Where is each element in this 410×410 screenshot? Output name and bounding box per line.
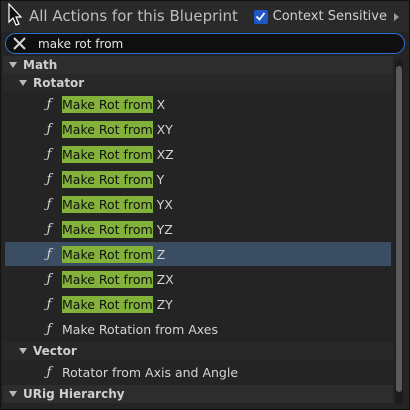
function-icon: ƒ bbox=[46, 96, 52, 112]
scrollbar[interactable] bbox=[395, 60, 403, 405]
mouse-cursor-icon bbox=[8, 3, 23, 26]
context-sensitive-checkbox[interactable] bbox=[253, 9, 268, 24]
context-sensitive-label: Context Sensitive bbox=[272, 9, 387, 24]
function-icon: ƒ bbox=[46, 146, 52, 162]
category-label: Vector bbox=[33, 344, 77, 358]
context-sensitive-toggle[interactable]: Context Sensitive bbox=[253, 9, 399, 24]
search-match-highlight: Make Rot from bbox=[62, 170, 153, 188]
function-icon: ƒ bbox=[46, 196, 52, 212]
search-match-highlight: Make Rot from bbox=[62, 120, 153, 138]
action-item[interactable]: ƒ Rotator from Axis and Angle bbox=[5, 360, 391, 384]
action-item[interactable]: ƒ Make Rot from Z bbox=[5, 242, 391, 266]
function-icon: ƒ bbox=[46, 364, 52, 380]
action-item-label: Z bbox=[152, 246, 166, 262]
collapse-arrow-icon[interactable] bbox=[9, 391, 17, 397]
header-bar: All Actions for this Blueprint Context S… bbox=[1, 1, 409, 32]
function-icon: ƒ bbox=[46, 296, 52, 312]
checkmark-icon bbox=[256, 12, 266, 21]
search-match-highlight: Make Rot from bbox=[62, 145, 153, 163]
action-item-label: XY bbox=[152, 121, 173, 137]
category-urig-hierarchy[interactable]: URig Hierarchy bbox=[3, 385, 393, 403]
action-menu-panel: All Actions for this Blueprint Context S… bbox=[0, 0, 410, 410]
action-item[interactable]: ƒ Make Rotation from Axes bbox=[5, 317, 391, 341]
action-item-label: Make Rotation from Axes bbox=[62, 321, 218, 337]
action-item[interactable]: ƒ Make Rot from ZX bbox=[5, 267, 391, 291]
function-icon: ƒ bbox=[46, 271, 52, 287]
collapse-arrow-icon[interactable] bbox=[19, 348, 27, 354]
action-item-label: X bbox=[152, 96, 166, 112]
scrollbar-thumb[interactable] bbox=[396, 66, 402, 392]
category-label: Math bbox=[23, 58, 58, 72]
function-icon: ƒ bbox=[46, 321, 52, 337]
search-box[interactable] bbox=[5, 33, 405, 54]
action-item[interactable]: ƒ Make Rot from YZ bbox=[5, 217, 391, 241]
action-item[interactable]: ƒ Make Rot from Y bbox=[5, 167, 391, 191]
action-item-label: ZY bbox=[152, 296, 173, 312]
action-item-label: Rotator from Axis and Angle bbox=[62, 364, 239, 380]
search-match-highlight: Make Rot from bbox=[62, 270, 153, 288]
search-match-highlight: Make Rot from bbox=[62, 95, 153, 113]
function-icon: ƒ bbox=[46, 121, 52, 137]
search-match-highlight: Make Rot from bbox=[62, 195, 153, 213]
search-match-highlight: Make Rot from bbox=[62, 220, 153, 238]
collapse-arrow-icon[interactable] bbox=[19, 80, 27, 86]
clear-search-icon[interactable] bbox=[12, 36, 27, 51]
search-input[interactable] bbox=[38, 34, 378, 53]
action-item-label: XZ bbox=[152, 146, 174, 162]
category-label: Rotator bbox=[33, 76, 85, 90]
expand-arrow-icon[interactable] bbox=[394, 12, 399, 21]
action-item[interactable]: ƒ Make Rot from ZY bbox=[5, 292, 391, 316]
action-item[interactable]: ƒ Make Rot from YX bbox=[5, 192, 391, 216]
function-icon: ƒ bbox=[46, 171, 52, 187]
action-item[interactable]: ƒ Make Rot from X bbox=[5, 92, 391, 116]
action-item[interactable]: ƒ Make Rot from XZ bbox=[5, 142, 391, 166]
menu-title: All Actions for this Blueprint bbox=[29, 7, 238, 25]
category-math[interactable]: Math bbox=[3, 56, 393, 74]
action-item-label: YZ bbox=[152, 221, 173, 237]
search-match-highlight: Make Rot from bbox=[62, 295, 153, 313]
action-item-label: ZX bbox=[152, 271, 174, 287]
function-icon: ƒ bbox=[46, 221, 52, 237]
function-icon: ƒ bbox=[46, 246, 52, 262]
category-label: URig Hierarchy bbox=[23, 387, 125, 401]
collapse-arrow-icon[interactable] bbox=[9, 62, 17, 68]
action-item[interactable]: ƒ Make Rot from XY bbox=[5, 117, 391, 141]
action-item-label: YX bbox=[152, 196, 173, 212]
search-match-highlight: Make Rot from bbox=[62, 245, 153, 263]
category-vector[interactable]: Vector bbox=[3, 342, 393, 360]
action-item-label: Y bbox=[152, 171, 165, 187]
category-rotator[interactable]: Rotator bbox=[3, 74, 393, 92]
action-list: Math Rotator ƒ Make Rot from Xƒ Make Rot f… bbox=[3, 56, 393, 406]
